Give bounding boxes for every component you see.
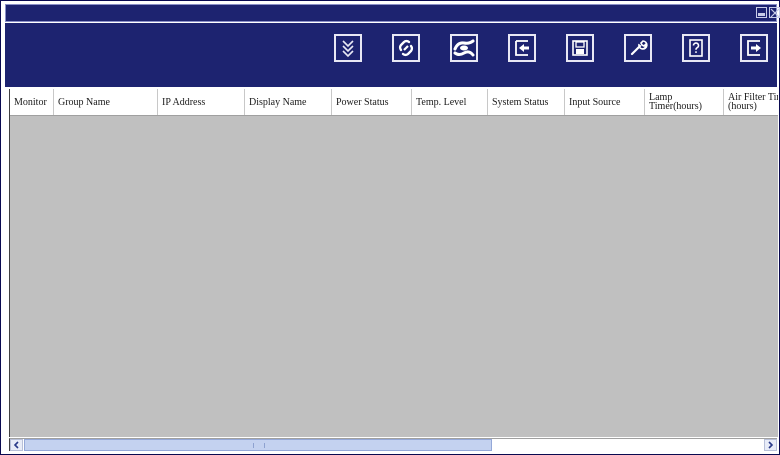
column-header-input-source[interactable]: Input Source (565, 89, 645, 115)
chevron-left-icon (13, 441, 19, 449)
close-icon[interactable] (769, 7, 780, 18)
column-header-lamp-timer[interactable]: Lamp Timer(hours) (645, 89, 724, 115)
help-icon[interactable] (682, 34, 710, 62)
title-bar (5, 4, 780, 22)
connect-icon[interactable] (392, 34, 420, 62)
column-header-group-name[interactable]: Group Name (54, 89, 158, 115)
column-header-air-filter-timer[interactable]: Air Filter Timer (hours) (724, 89, 778, 115)
scroll-right-button[interactable] (764, 439, 777, 451)
expand-down-icon[interactable] (334, 34, 362, 62)
minimize-icon[interactable] (756, 7, 767, 18)
column-header-temp-level[interactable]: Temp. Level (412, 89, 488, 115)
import-icon[interactable] (508, 34, 536, 62)
toolbar (5, 23, 777, 87)
projector-table: Monitor Group Name IP Address Display Na… (9, 89, 778, 437)
wrench-icon[interactable] (624, 34, 652, 62)
chevron-right-icon (768, 441, 774, 449)
column-header-system-status[interactable]: System Status (488, 89, 565, 115)
column-header-monitor[interactable]: Monitor (10, 89, 54, 115)
exit-icon[interactable] (740, 34, 768, 62)
scroll-thumb[interactable] (24, 439, 492, 451)
table-header: Monitor Group Name IP Address Display Na… (10, 89, 778, 116)
column-header-ip-address[interactable]: IP Address (158, 89, 245, 115)
column-header-power-status[interactable]: Power Status (332, 89, 412, 115)
app-window: Monitor Group Name IP Address Display Na… (0, 0, 780, 455)
save-icon[interactable] (566, 34, 594, 62)
scroll-grip (253, 443, 265, 448)
column-header-display-name[interactable]: Display Name (245, 89, 332, 115)
horizontal-scrollbar[interactable] (9, 438, 777, 451)
scroll-left-button[interactable] (10, 439, 23, 451)
disconnect-icon[interactable] (450, 34, 478, 62)
